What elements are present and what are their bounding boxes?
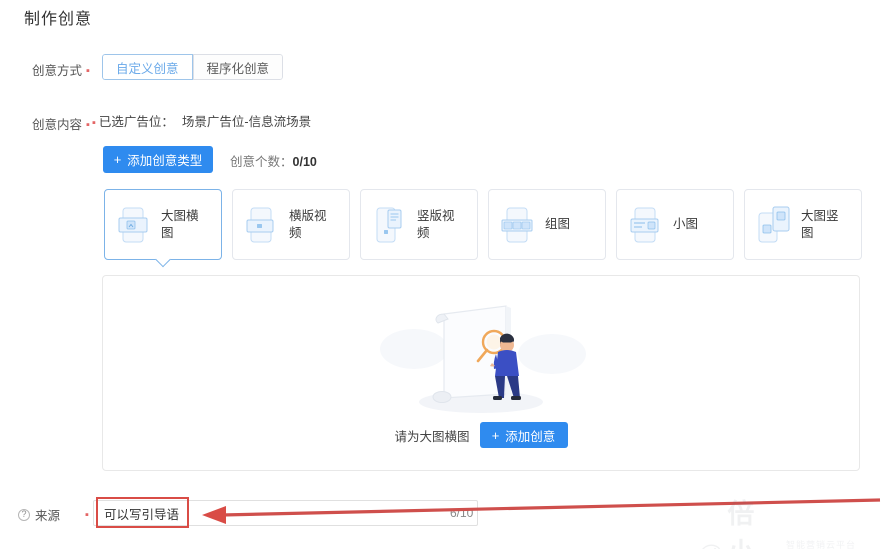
horizontal-video-icon: [243, 203, 283, 247]
add-creative-button[interactable]: + 添加创意: [479, 422, 568, 448]
add-creative-label: 添加创意: [505, 429, 556, 444]
creative-mode-required-marker: ▪: [86, 65, 90, 77]
creative-type-card-label: 大图竖图: [801, 208, 839, 240]
source-input[interactable]: [94, 501, 477, 525]
selected-ad-slot: ▪ 已选广告位： 场景广告位-信息流场景: [92, 111, 311, 130]
person-with-magnifier-scroll-illustration: [366, 294, 596, 424]
creative-content-label-text: 创意内容: [32, 118, 83, 132]
creative-empty-panel: 请为大图横图 + 添加创意: [102, 275, 860, 471]
creative-type-card-big-horizontal-image[interactable]: 大图横图: [104, 189, 222, 260]
question-circle-icon[interactable]: ?: [18, 508, 30, 521]
creative-type-card-list: 大图横图 横版视频 竖版视频 组图 小图 大图竖图: [104, 189, 862, 260]
vertical-video-icon: [371, 203, 411, 247]
source-input-wrapper[interactable]: [93, 500, 478, 526]
creative-type-card-label: 竖版视频: [417, 208, 455, 240]
creative-content-required-marker: ▪: [86, 119, 90, 131]
plus-icon: +: [491, 427, 500, 443]
creative-type-card-label: 组图: [545, 217, 571, 231]
page-title: 制作创意: [24, 11, 93, 28]
plus-icon: +: [113, 152, 122, 167]
source-char-counter: 6/10: [450, 506, 474, 520]
creative-type-card-vertical-video[interactable]: 竖版视频: [360, 189, 478, 260]
selected-slot-prefix: 已选广告位：: [98, 115, 174, 129]
creative-type-card-group-image[interactable]: 组图: [488, 189, 606, 260]
small-image-icon: [627, 203, 667, 247]
selected-slot-value: 场景广告位-信息流场景: [181, 115, 312, 129]
creative-count-label: 创意个数：: [230, 155, 293, 169]
tab-programmatic-creative[interactable]: 程序化创意: [192, 54, 284, 80]
empty-state-hint: 请为大图横图: [394, 429, 470, 444]
watermark-brand: 倍小鱼: [727, 499, 756, 549]
creative-count: 创意个数：0/10: [230, 151, 317, 170]
creative-mode-label-text: 创意方式: [32, 64, 83, 78]
fish-logo-icon: [701, 543, 721, 549]
creative-count-value: 0/10: [292, 155, 317, 169]
creative-type-card-label: 小图: [673, 217, 699, 231]
tab-custom-creative[interactable]: 自定义创意: [102, 54, 193, 80]
creative-mode-segmented-control[interactable]: 自定义创意 程序化创意: [102, 54, 284, 80]
add-creative-type-label: 添加创意类型: [127, 154, 203, 168]
big-vertical-image-icon: [755, 203, 795, 247]
source-field-label: ? 来源: [18, 505, 60, 524]
add-creative-type-button[interactable]: + 添加创意类型: [103, 146, 213, 173]
empty-state-cta: 请为大图横图 + 添加创意: [103, 422, 859, 448]
slot-bullet: ▪: [92, 117, 96, 129]
creative-type-card-label: 横版视频: [289, 208, 327, 240]
creative-content-label: 创意内容 ▪: [32, 114, 90, 133]
group-image-icon: [499, 203, 539, 247]
creative-type-card-label: 大图横图: [161, 208, 199, 240]
watermark: 倍小鱼 智能营销云平台 www.beixiaoyu.com: [700, 492, 882, 549]
source-label-text: 来源: [35, 509, 61, 523]
creative-type-card-big-vertical-image[interactable]: 大图竖图: [744, 189, 862, 260]
creative-type-card-horizontal-video[interactable]: 横版视频: [232, 189, 350, 260]
creative-type-card-small-image[interactable]: 小图: [616, 189, 734, 260]
big-horizontal-image-icon: [115, 203, 155, 247]
creative-builder-page: 制作创意 创意方式 ▪ 自定义创意 程序化创意 创意内容 ▪ ▪ 已选广告位： 场景广告…: [0, 0, 882, 549]
creative-mode-label: 创意方式 ▪: [32, 60, 90, 79]
watermark-line1: 智能营销云平台: [785, 539, 856, 549]
source-required-marker: ▪: [85, 509, 89, 521]
